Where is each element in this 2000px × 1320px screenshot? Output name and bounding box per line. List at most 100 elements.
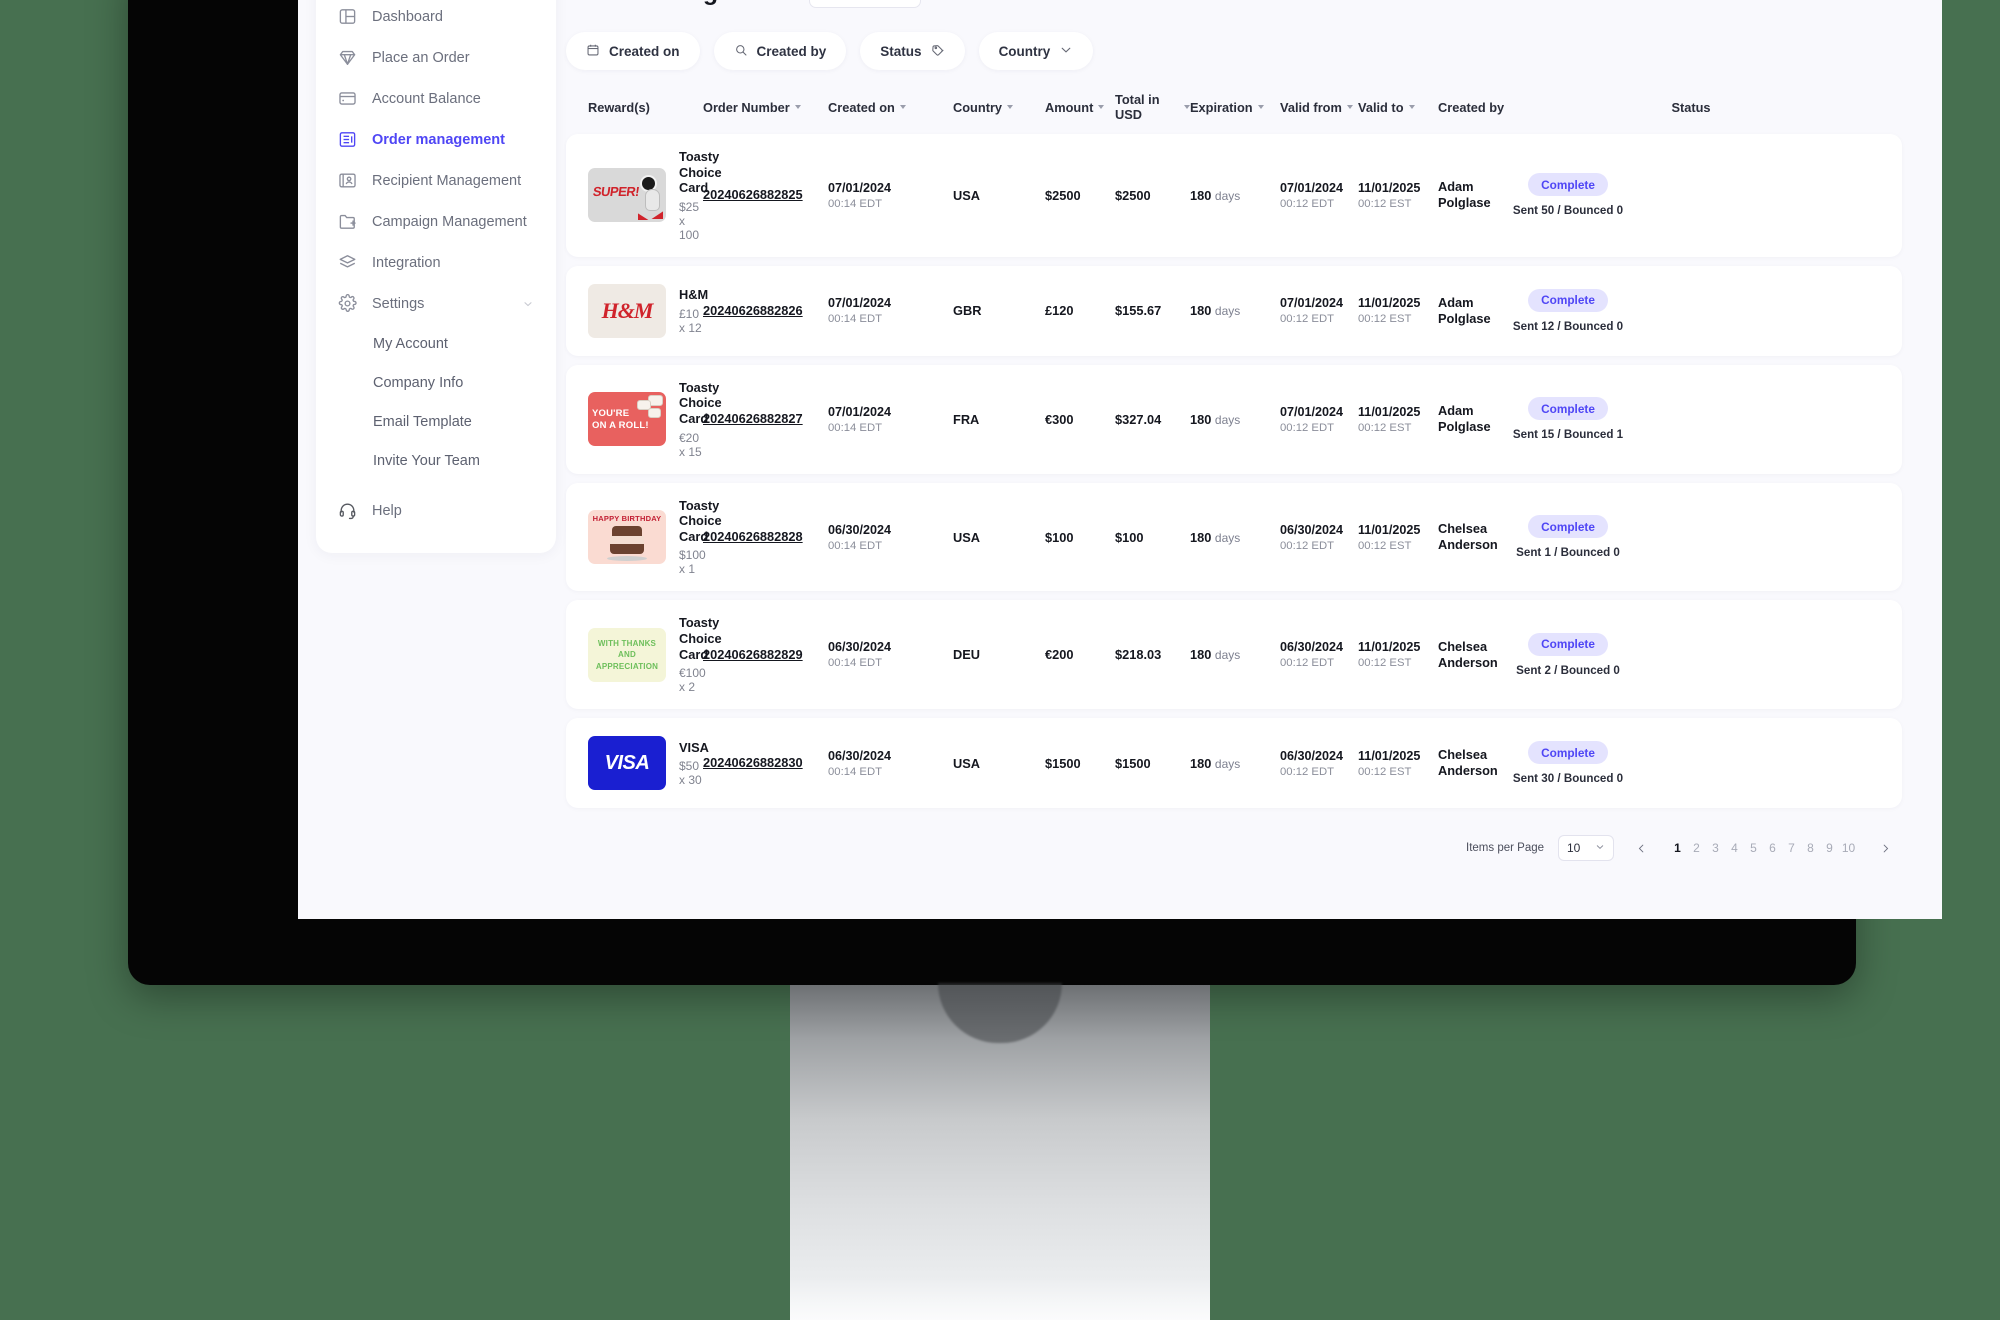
column-header-country[interactable]: Country bbox=[953, 100, 1045, 115]
table-row[interactable]: H&M H&M £10 x 12 20240626882826 07/01/20… bbox=[566, 265, 1902, 356]
order-number-link[interactable]: 20240626882827 bbox=[703, 411, 803, 426]
page-number[interactable]: 9 bbox=[1820, 841, 1839, 855]
valid-to-time: 00:12 EST bbox=[1358, 313, 1412, 326]
amount-cell: $1500 bbox=[1045, 755, 1081, 771]
page-number[interactable]: 4 bbox=[1725, 841, 1744, 855]
filter-created-on[interactable]: Created on bbox=[566, 32, 700, 70]
page-number[interactable]: 6 bbox=[1763, 841, 1782, 855]
page-number[interactable]: 2 bbox=[1687, 841, 1706, 855]
sort-caret-icon[interactable] bbox=[899, 105, 906, 109]
order-number-link[interactable]: 20240626882825 bbox=[703, 187, 803, 202]
column-header-order-number[interactable]: Order Number bbox=[703, 100, 828, 115]
column-header-created-on[interactable]: Created on bbox=[828, 100, 953, 115]
contact-card-icon bbox=[338, 171, 357, 190]
valid-from-time: 00:12 EDT bbox=[1280, 421, 1335, 434]
sidebar-subitem-label: Email Template bbox=[373, 413, 472, 430]
items-per-page-select[interactable]: 10 bbox=[1558, 835, 1614, 862]
order-number-link[interactable]: 20240626882828 bbox=[703, 529, 803, 544]
sort-caret-icon[interactable] bbox=[1408, 105, 1415, 109]
created-on-time: 00:14 EDT bbox=[828, 539, 883, 552]
dashboard-icon bbox=[338, 7, 357, 26]
filter-label: Created on bbox=[609, 43, 680, 59]
column-header-total-in-usd[interactable]: Total in USD bbox=[1115, 92, 1190, 122]
column-header-valid-to[interactable]: Valid to bbox=[1358, 100, 1438, 115]
calendar-icon bbox=[586, 43, 600, 60]
order-number-link[interactable]: 20240626882829 bbox=[703, 647, 803, 662]
status-sent-bounced: Sent 15 / Bounced 1 bbox=[1512, 428, 1624, 442]
expiration-value: 180 bbox=[1190, 755, 1212, 771]
valid-from-time: 00:12 EDT bbox=[1280, 657, 1335, 670]
expiration-unit: days bbox=[1214, 756, 1241, 771]
page-number[interactable]: 1 bbox=[1668, 841, 1687, 855]
prev-page-button[interactable] bbox=[1628, 843, 1654, 854]
sort-caret-icon[interactable] bbox=[1098, 105, 1105, 109]
table-body: SUPER! Toasty Choice Card $25 x 100 2024… bbox=[566, 134, 1902, 809]
total-usd-cell: $155.67 bbox=[1115, 303, 1162, 319]
table-row[interactable]: WITH THANKS AND APPRECIATION Toasty Choice… bbox=[566, 600, 1902, 710]
chevron-down-icon bbox=[1059, 43, 1073, 60]
status-badge: Complete bbox=[1528, 515, 1608, 539]
sort-caret-icon[interactable] bbox=[794, 105, 801, 109]
valid-to-time: 00:12 EST bbox=[1358, 197, 1412, 210]
monitor-bezel: TOASTY Dashboard bbox=[128, 0, 1942, 985]
filter-created-by[interactable]: Created by bbox=[713, 32, 847, 70]
sidebar-subitem-label: Company Info bbox=[373, 374, 464, 391]
status-badge: Complete bbox=[1528, 741, 1608, 765]
table-row[interactable]: YOU'RE ON A ROLL! Toasty Choice Card €20 … bbox=[566, 364, 1902, 474]
sidebar-item-account-balance[interactable]: Account Balance bbox=[316, 78, 556, 119]
order-number-link[interactable]: 20240626882830 bbox=[703, 755, 803, 770]
created-on-cell: 07/01/2024 00:14 EDT bbox=[828, 181, 953, 210]
reward-cell: YOU'RE ON A ROLL! Toasty Choice Card €20 … bbox=[588, 380, 722, 459]
with-thanks-appreciation-thumb: WITH THANKS AND APPRECIATION bbox=[588, 627, 666, 682]
table-row[interactable]: SUPER! Toasty Choice Card $25 x 100 2024… bbox=[566, 134, 1902, 257]
sidebar-item-integration[interactable]: Integration bbox=[316, 242, 556, 283]
download-button[interactable]: Download bbox=[808, 0, 922, 8]
youre-on-a-roll-card-thumb: YOU'RE ON A ROLL! bbox=[588, 392, 666, 447]
sidebar-subitem-my-account[interactable]: My Account bbox=[316, 324, 556, 363]
status-badge: Complete bbox=[1528, 632, 1608, 656]
column-header-valid-from[interactable]: Valid from bbox=[1280, 100, 1358, 115]
reward-name: VISA bbox=[679, 739, 709, 755]
valid-to-time: 00:12 EST bbox=[1358, 657, 1412, 670]
sidebar-item-help[interactable]: Help bbox=[316, 490, 556, 531]
page-number[interactable]: 3 bbox=[1706, 841, 1725, 855]
filter-country[interactable]: Country bbox=[978, 32, 1094, 70]
sidebar-subitem-invite-your-team[interactable]: Invite Your Team bbox=[316, 441, 556, 480]
sidebar-subitem-email-template[interactable]: Email Template bbox=[316, 402, 556, 441]
column-header-expiration[interactable]: Expiration bbox=[1190, 100, 1280, 115]
valid-from-date: 07/01/2024 bbox=[1280, 404, 1344, 419]
main-content: Order Management Download bbox=[566, 0, 1922, 919]
sort-caret-icon[interactable] bbox=[1257, 105, 1264, 109]
table-row[interactable]: VISA VISA $50 x 30 20240626882830 06/30/… bbox=[566, 718, 1902, 809]
country-cell: USA bbox=[953, 187, 981, 203]
page-number[interactable]: 10 bbox=[1839, 841, 1858, 855]
next-page-button[interactable] bbox=[1872, 843, 1898, 854]
status-badge: Complete bbox=[1528, 397, 1608, 421]
sidebar-item-place-an-order[interactable]: Place an Order bbox=[316, 37, 556, 78]
sidebar-item-campaign-management[interactable]: Campaign Management bbox=[316, 201, 556, 242]
order-number-link[interactable]: 20240626882826 bbox=[703, 303, 803, 318]
page-number[interactable]: 5 bbox=[1744, 841, 1763, 855]
page-number[interactable]: 8 bbox=[1801, 841, 1820, 855]
created-on-time: 00:14 EDT bbox=[828, 313, 883, 326]
sidebar-item-recipient-management[interactable]: Recipient Management bbox=[316, 160, 556, 201]
sidebar-item-label: Settings bbox=[372, 295, 425, 312]
filter-status[interactable]: Status bbox=[860, 32, 965, 70]
sort-caret-icon[interactable] bbox=[1007, 105, 1014, 109]
page-number[interactable]: 7 bbox=[1782, 841, 1801, 855]
reward-name: H&M bbox=[679, 287, 709, 303]
column-header-amount[interactable]: Amount bbox=[1045, 100, 1115, 115]
table-row[interactable]: HAPPY BIRTHDAY Toasty Choice Card $100 x… bbox=[566, 482, 1902, 592]
valid-to-time: 00:12 EST bbox=[1358, 765, 1412, 778]
valid-from-time: 00:12 EDT bbox=[1280, 765, 1335, 778]
sidebar-item-settings[interactable]: Settings bbox=[316, 283, 556, 324]
sidebar-subitem-company-info[interactable]: Company Info bbox=[316, 363, 556, 402]
sidebar-item-dashboard[interactable]: Dashboard bbox=[316, 0, 556, 37]
sidebar-item-order-management[interactable]: Order management bbox=[316, 119, 556, 160]
reward-denomination: €20 x 15 bbox=[679, 430, 702, 459]
chevron-down-icon[interactable] bbox=[522, 298, 534, 310]
created-by-cell: Adam Polglase bbox=[1438, 403, 1491, 435]
sort-caret-icon[interactable] bbox=[1346, 105, 1353, 109]
hm-logo-thumb: H&M bbox=[588, 283, 666, 338]
status-cell: Complete Sent 50 / Bounced 0 bbox=[1513, 173, 1623, 217]
